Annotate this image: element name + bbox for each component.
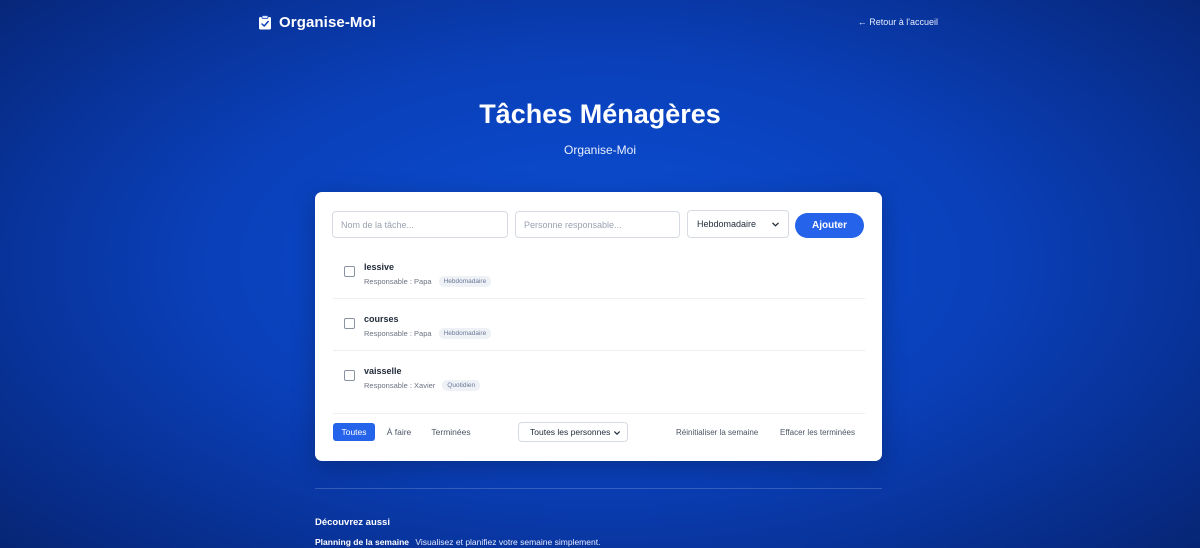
frequency-select[interactable]: Hebdomadaire xyxy=(687,210,789,238)
chevron-down-icon xyxy=(772,222,779,227)
discover-item-name: Planning de la semaine xyxy=(315,537,410,547)
tasks-card: Hebdomadaire Ajouter lessive Responsable… xyxy=(315,192,882,461)
task-meta: Responsable : Papa Hebdomadaire xyxy=(364,328,492,339)
task-meta: Responsable : Papa Hebdomadaire xyxy=(364,276,492,287)
person-filter-value: Toutes les personnes xyxy=(530,427,611,437)
filter-done-button[interactable]: Terminées xyxy=(428,423,474,441)
task-name: vaisselle xyxy=(364,366,402,376)
task-responsible: Responsable : Papa xyxy=(364,277,432,286)
frequency-badge: Hebdomadaire xyxy=(438,276,492,287)
filter-all-button[interactable]: Toutes xyxy=(333,423,375,441)
task-checkbox[interactable] xyxy=(344,266,355,277)
task-meta: Responsable : Xavier Quotidien xyxy=(364,380,481,391)
top-bar: Organise-Moi ← Retour à l'accueil xyxy=(0,0,1200,44)
page-title: Tâches Ménagères xyxy=(479,99,721,129)
frequency-badge: Quotidien xyxy=(442,380,481,391)
brand[interactable]: Organise-Moi xyxy=(258,14,376,31)
frequency-selected-value: Hebdomadaire xyxy=(697,219,757,229)
back-home-link[interactable]: ← Retour à l'accueil xyxy=(858,17,938,27)
task-name: lessive xyxy=(364,262,395,272)
clipboard-check-icon xyxy=(259,15,271,30)
task-item: vaisselle Responsable : Xavier Quotidien xyxy=(333,351,865,403)
filter-todo-button[interactable]: À faire xyxy=(383,423,415,441)
reset-week-button[interactable]: Réinitialiser la semaine xyxy=(676,428,758,437)
task-responsible: Responsable : Xavier xyxy=(364,381,436,390)
person-filter-select[interactable]: Toutes les personnes xyxy=(518,422,628,442)
add-task-button[interactable]: Ajouter xyxy=(795,213,864,238)
task-checkbox[interactable] xyxy=(344,370,355,381)
task-name-input[interactable] xyxy=(332,211,508,238)
responsible-person-input[interactable] xyxy=(515,211,680,238)
brand-name: Organise-Moi xyxy=(279,14,377,31)
task-item: courses Responsable : Papa Hebdomadaire xyxy=(333,299,865,351)
frequency-badge: Hebdomadaire xyxy=(438,328,492,339)
card-footer-divider xyxy=(333,413,865,414)
discover-item[interactable]: Planning de la semaine Visualisez et pla… xyxy=(315,537,600,547)
task-name: courses xyxy=(364,314,399,324)
clear-completed-button[interactable]: Effacer les terminées xyxy=(780,428,855,437)
task-checkbox[interactable] xyxy=(344,318,355,329)
page-subtitle: Organise-Moi xyxy=(563,143,637,157)
discover-item-description: Visualisez et planifiez votre semaine si… xyxy=(415,537,601,547)
chevron-down-icon xyxy=(614,431,620,435)
task-responsible: Responsable : Papa xyxy=(364,329,432,338)
section-divider xyxy=(315,488,882,489)
task-item: lessive Responsable : Papa Hebdomadaire xyxy=(333,247,865,299)
discover-title: Découvrez aussi xyxy=(315,517,390,528)
